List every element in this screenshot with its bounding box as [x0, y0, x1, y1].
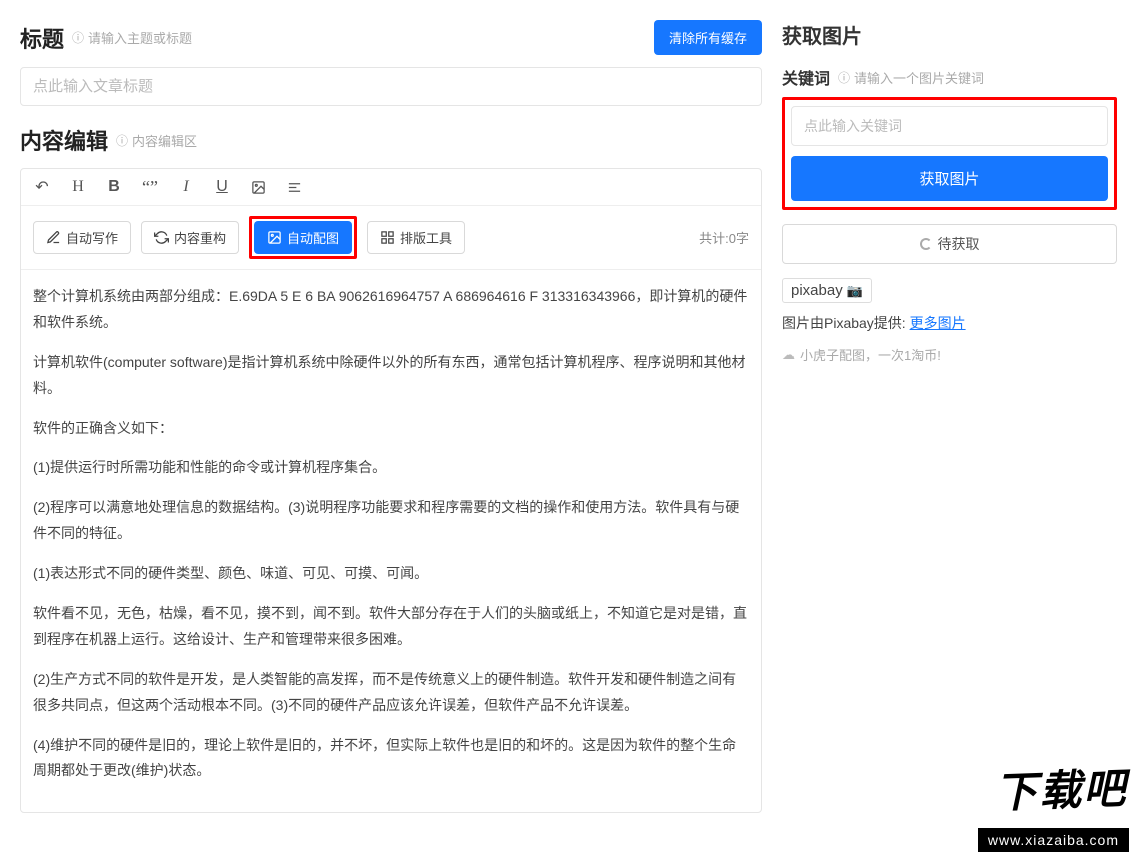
- underline-icon[interactable]: U: [213, 178, 231, 196]
- editor-content-area[interactable]: 整个计算机系统由两部分组成：E.69DA 5 E 6 BA 9062616964…: [21, 270, 761, 812]
- clear-cache-button[interactable]: 清除所有缓存: [654, 20, 762, 55]
- pixabay-text: pixabay: [791, 282, 843, 299]
- pending-label: 待获取: [938, 234, 980, 254]
- more-images-link[interactable]: 更多图片: [910, 315, 966, 331]
- title-hint: 请输入主题或标题: [72, 28, 192, 47]
- restructure-button[interactable]: 内容重构: [141, 221, 239, 254]
- layout-tool-button[interactable]: 排版工具: [367, 221, 465, 254]
- quote-icon[interactable]: “”: [141, 178, 159, 196]
- editor-paragraph: 软件的正确含义如下：: [33, 416, 749, 442]
- heading-icon[interactable]: H: [69, 178, 87, 196]
- image-section-title: 获取图片: [782, 20, 1117, 49]
- auto-write-button[interactable]: 自动写作: [33, 221, 131, 254]
- note-text: 小虎子配图，一次1淘币!: [800, 345, 941, 364]
- word-count: 共计:0字: [699, 228, 749, 247]
- layout-tool-label: 排版工具: [400, 228, 452, 247]
- content-hint: 内容编辑区: [116, 131, 197, 150]
- format-toolbar: ↶ H B “” I U: [21, 169, 761, 206]
- highlight-keyword-area: 获取图片: [782, 97, 1117, 210]
- watermark-logo: 下载吧: [994, 755, 1128, 821]
- keyword-label: 关键词: [782, 65, 830, 89]
- title-label: 标题: [20, 22, 64, 54]
- editor-paragraph: 整个计算机系统由两部分组成：E.69DA 5 E 6 BA 9062616964…: [33, 284, 749, 336]
- content-label: 内容编辑: [20, 124, 108, 156]
- article-title-input[interactable]: [20, 67, 762, 106]
- provider-text: 图片由Pixabay提供:: [782, 315, 906, 331]
- fetch-image-button[interactable]: 获取图片: [791, 156, 1108, 201]
- editor-paragraph: (2)生产方式不同的软件是开发，是人类智能的高发挥，而不是传统意义上的硬件制造。…: [33, 667, 749, 719]
- main-column: 标题 请输入主题或标题 清除所有缓存 内容编辑 内容编辑区 ↶ H B “” I…: [20, 20, 762, 813]
- align-left-icon[interactable]: [285, 178, 303, 196]
- auto-image-button[interactable]: 自动配图: [254, 221, 352, 254]
- editor-paragraph: 计算机软件(computer software)是指计算机系统中除硬件以外的所有…: [33, 350, 749, 402]
- pixabay-badge: pixabay 📷: [782, 278, 872, 303]
- image-icon[interactable]: [249, 178, 267, 196]
- provider-line: 图片由Pixabay提供: 更多图片: [782, 313, 1117, 333]
- camera-icon: 📷: [847, 283, 863, 299]
- note-line: 小虎子配图，一次1淘币!: [782, 345, 1117, 364]
- editor-paragraph: (2)程序可以满意地处理信息的数据结构。(3)说明程序功能要求和程序需要的文档的…: [33, 495, 749, 547]
- editor-box: ↶ H B “” I U 自动写作: [20, 168, 762, 813]
- watermark-url: www.xiazaiba.com: [978, 828, 1129, 852]
- title-section-header: 标题 请输入主题或标题 清除所有缓存: [20, 20, 762, 55]
- pending-status-button[interactable]: 待获取: [782, 224, 1117, 264]
- action-toolbar: 自动写作 内容重构 自动配图 排版工具 共计:0字: [21, 206, 761, 270]
- editor-paragraph: 软件看不见，无色，枯燥，看不见，摸不到，闻不到。软件大部分存在于人们的头脑或纸上…: [33, 601, 749, 653]
- editor-paragraph: (1)提供运行时所需功能和性能的命令或计算机程序集合。: [33, 455, 749, 481]
- sidebar-column: 获取图片 关键词 请输入一个图片关键词 获取图片 待获取 pixabay 📷 图…: [782, 20, 1117, 813]
- content-section-header: 内容编辑 内容编辑区: [20, 124, 762, 156]
- keyword-hint: 请输入一个图片关键词: [838, 68, 984, 87]
- spinner-icon: [920, 238, 932, 250]
- restructure-label: 内容重构: [174, 228, 226, 247]
- keyword-input[interactable]: [791, 106, 1108, 146]
- auto-write-label: 自动写作: [66, 228, 118, 247]
- auto-image-label: 自动配图: [287, 228, 339, 247]
- undo-icon[interactable]: ↶: [33, 178, 51, 196]
- editor-paragraph: (4)维护不同的硬件是旧的，理论上软件是旧的，并不坏，但实际上软件也是旧的和坏的…: [33, 733, 749, 785]
- italic-icon[interactable]: I: [177, 178, 195, 196]
- highlight-auto-image: 自动配图: [249, 216, 357, 259]
- editor-paragraph: (1)表达形式不同的硬件类型、颜色、味道、可见、可摸、可闻。: [33, 561, 749, 587]
- bold-icon[interactable]: B: [105, 178, 123, 196]
